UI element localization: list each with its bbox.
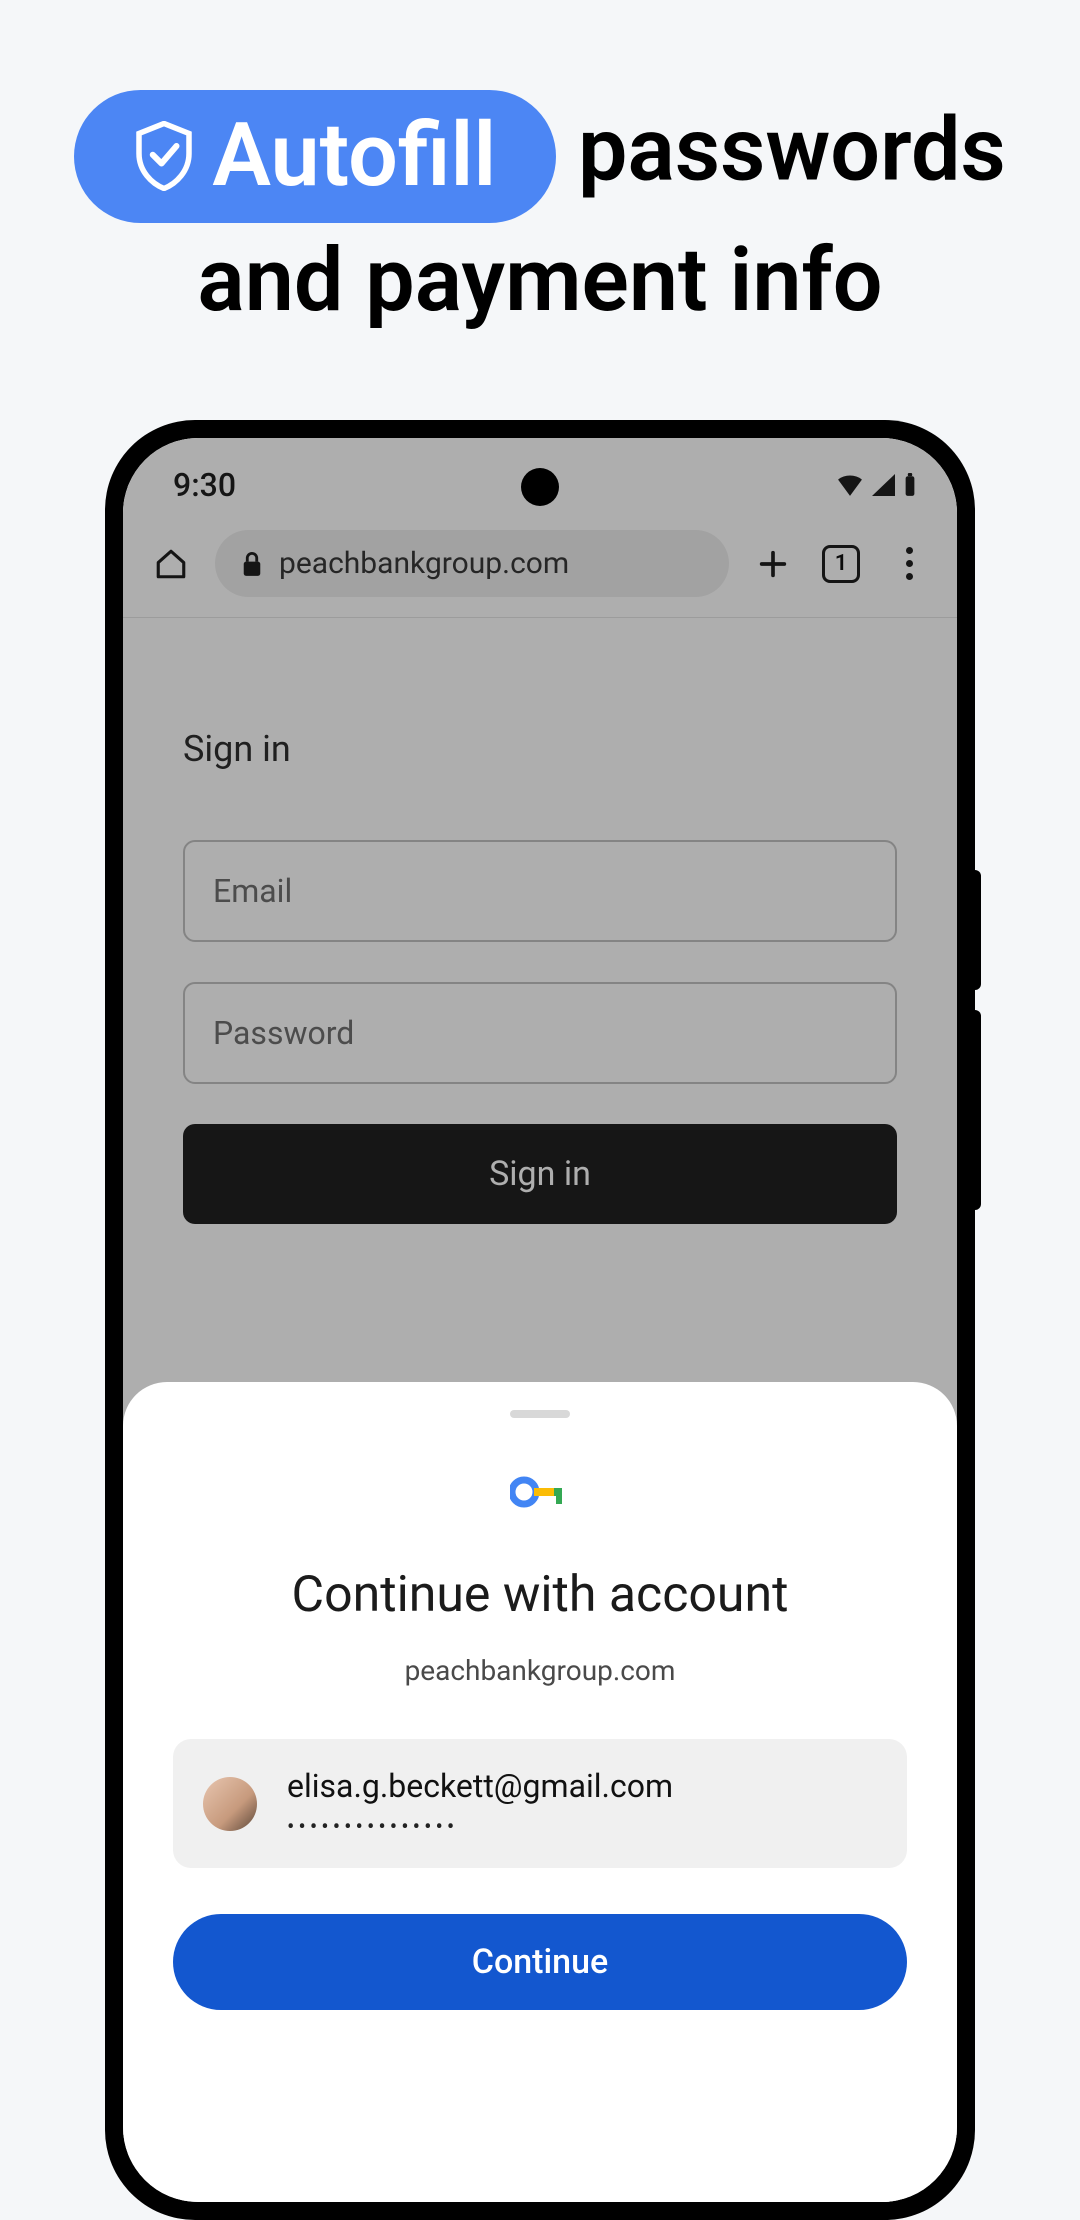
- pill-label: Autofill: [212, 108, 496, 205]
- account-password-mask: •••••••••••••••: [287, 1815, 673, 1840]
- continue-button[interactable]: Continue: [173, 1914, 907, 2010]
- phone-frame: 9:30 peachbankgroup.com: [105, 420, 975, 2220]
- hero-line-1: Autofill passwords: [0, 90, 1080, 223]
- phone-screen: 9:30 peachbankgroup.com: [123, 438, 957, 2202]
- phone-side-button: [975, 1010, 981, 1210]
- account-suggestion[interactable]: elisa.g.beckett@gmail.com ••••••••••••••…: [173, 1739, 907, 1868]
- avatar: [203, 1777, 257, 1831]
- hero-line1-rest: passwords: [556, 99, 1006, 202]
- autofill-bottom-sheet: Continue with account peachbankgroup.com…: [123, 1382, 957, 2202]
- sheet-title: Continue with account: [173, 1566, 907, 1624]
- hero-line-2: and payment info: [0, 233, 1080, 330]
- shield-check-icon: [134, 121, 194, 191]
- sheet-domain: peachbankgroup.com: [173, 1654, 907, 1687]
- autofill-pill: Autofill: [74, 90, 556, 223]
- account-email: elisa.g.beckett@gmail.com: [287, 1767, 673, 1805]
- account-text: elisa.g.beckett@gmail.com ••••••••••••••…: [287, 1767, 673, 1840]
- front-camera: [521, 468, 559, 506]
- hero-heading: Autofill passwords and payment info: [0, 0, 1080, 330]
- password-manager-icon: [173, 1474, 907, 1510]
- phone-side-button: [975, 870, 981, 990]
- sheet-grabber[interactable]: [510, 1410, 570, 1418]
